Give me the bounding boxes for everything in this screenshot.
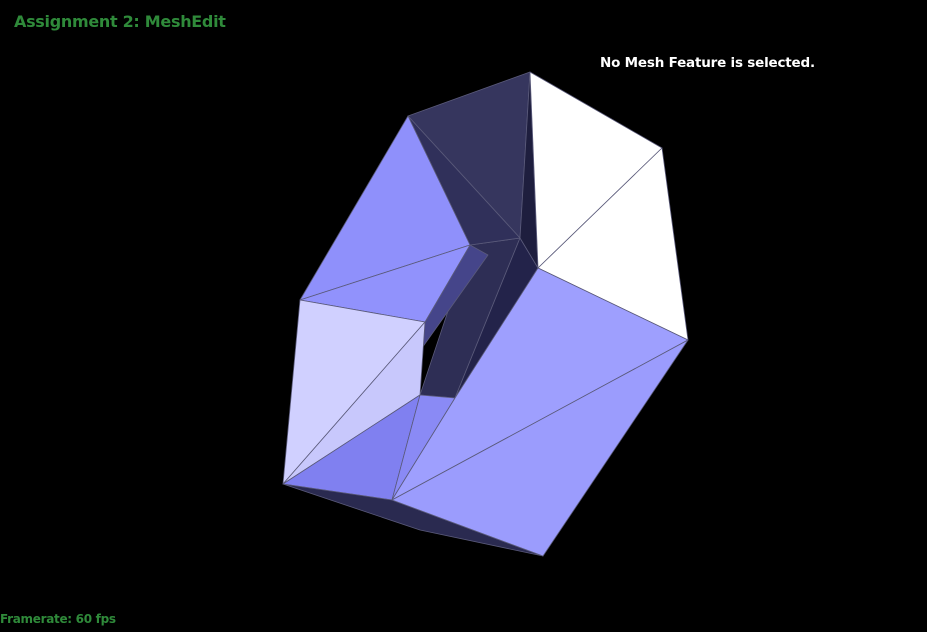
mesh-viewport[interactable]: Assignment 2: MeshEdit No Mesh Feature i… xyxy=(0,0,927,628)
framerate-value: 60 fps xyxy=(75,612,116,626)
selection-status: No Mesh Feature is selected. xyxy=(600,55,815,71)
mesh-canvas[interactable] xyxy=(0,0,927,628)
framerate-display: Framerate: 60 fps xyxy=(0,612,116,626)
framerate-label: Framerate: xyxy=(0,612,72,626)
app-title: Assignment 2: MeshEdit xyxy=(14,12,226,31)
